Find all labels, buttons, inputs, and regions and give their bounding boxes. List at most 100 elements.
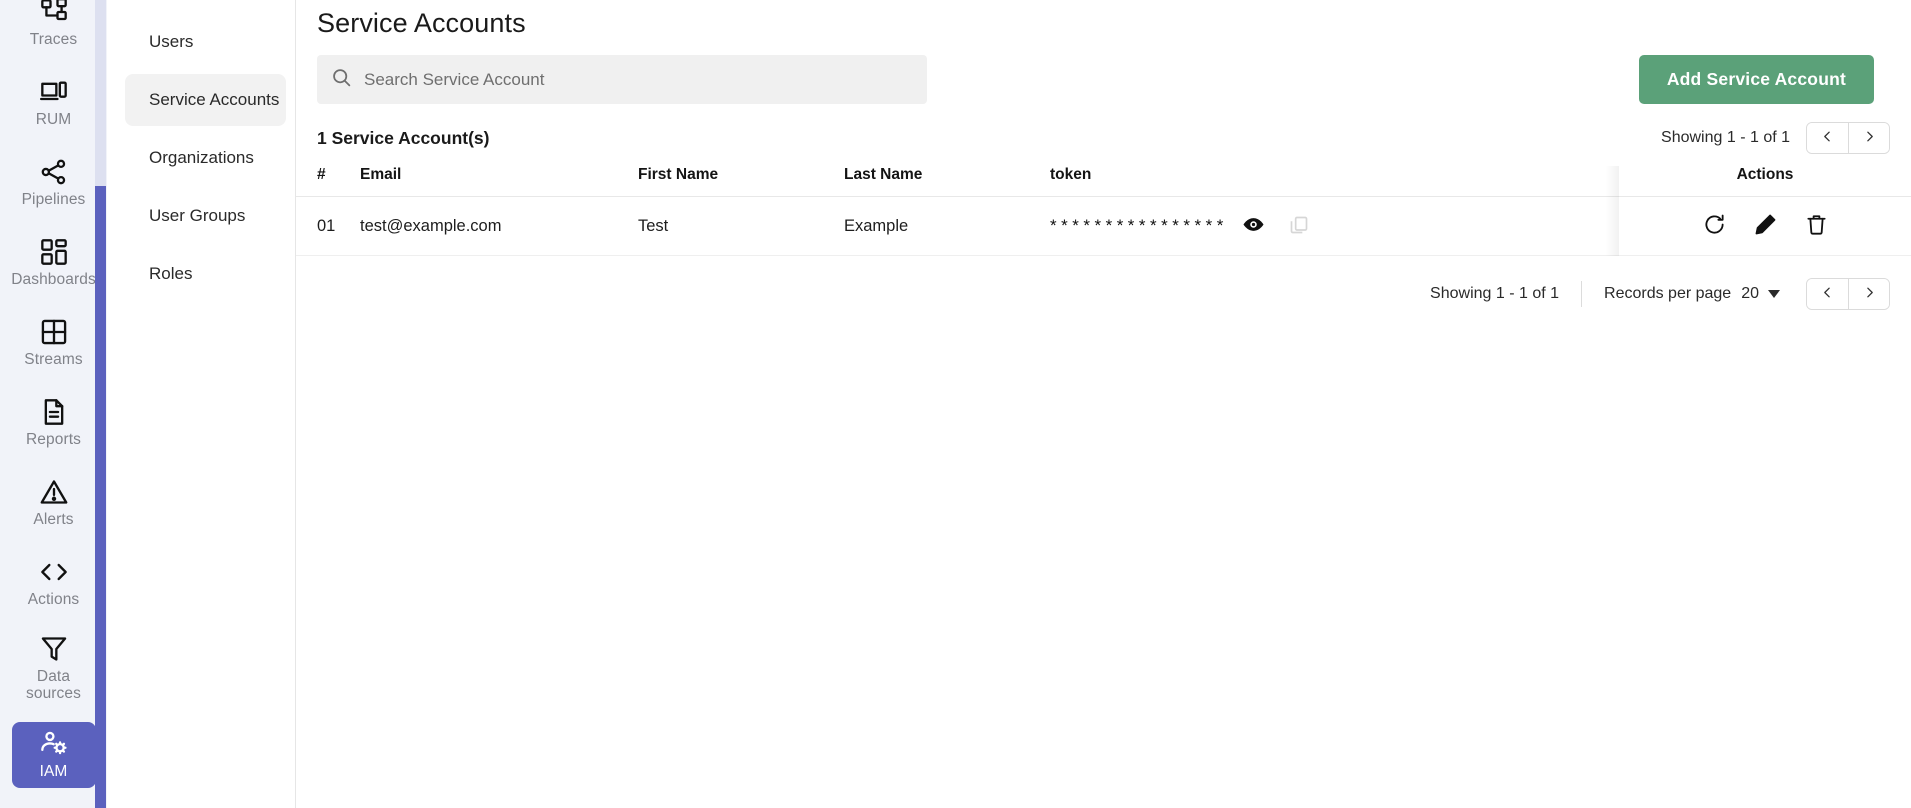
page-title: Service Accounts [317,8,526,38]
sidebar-item-reports[interactable]: Reports [12,390,96,456]
cell-lastname: Example [844,196,1050,256]
cell-firstname: Test [638,196,844,256]
sidebar-item-label: Dashboards [11,270,96,288]
top-pagination: Showing 1 - 1 of 1 [1661,122,1890,154]
copy-icon [1289,215,1309,238]
subnav-item-label: User Groups [149,206,246,225]
pagination-divider [1581,281,1583,307]
top-showing-text: Showing 1 - 1 of 1 [1661,129,1790,146]
main-content: Service Accounts Add Service Account 1 S… [296,0,1911,808]
iam-icon [40,730,68,758]
sidebar-item-label: Actions [27,590,80,608]
traces-icon [40,0,68,26]
subnav-item-organizations[interactable]: Organizations [125,132,286,184]
table-header-row: # Email First Name Last Name token Actio… [296,166,1911,197]
token-masked-value: **************** [1050,216,1228,235]
list-summary-bar: 1 Service Account(s) Showing 1 - 1 of 1 [296,104,1911,154]
column-header-firstname: First Name [638,166,844,197]
bottom-next-page-button[interactable] [1848,279,1889,309]
sidebar-item-streams[interactable]: Streams [12,310,96,376]
actions-icon [40,558,68,586]
eye-icon [1242,213,1265,239]
subnav-item-label: Users [149,32,194,51]
pencil-icon [1754,213,1777,239]
sidebar-item-label: IAM [39,762,68,780]
chevron-left-icon [1821,286,1834,302]
chevron-right-icon [1863,130,1876,146]
streams-icon [40,318,68,346]
search-box[interactable] [317,55,927,104]
toolbar: Add Service Account [296,39,1911,104]
sidebar-item-traces[interactable]: Traces [12,0,96,56]
search-icon [331,67,352,93]
bottom-prev-page-button[interactable] [1807,279,1848,309]
sidebar-item-label: Data sources [26,668,81,702]
column-header-actions: Actions [1619,166,1911,197]
reports-icon [40,398,68,426]
sidebar-item-label: Streams [24,350,83,368]
subnav-item-label: Roles [149,264,193,283]
sidebar-item-rum[interactable]: RUM [12,70,96,136]
delete-button[interactable] [1805,213,1828,239]
chevron-down-icon [1768,290,1780,298]
sidebar-item-alerts[interactable]: Alerts [12,470,96,536]
subnav-item-users[interactable]: Users [125,16,286,68]
records-per-page-select[interactable]: 20 [1741,285,1780,303]
subnav-item-label: Organizations [149,148,254,167]
cell-number: 01 [296,196,360,256]
top-next-page-button[interactable] [1848,123,1889,153]
cell-actions [1619,196,1911,256]
sidebar-item-dashboards[interactable]: Dashboards [11,230,96,296]
data-sources-icon [40,635,68,663]
cell-email: test@example.com [360,196,638,256]
edit-button[interactable] [1754,213,1777,239]
toggle-token-visibility-button[interactable] [1242,213,1265,239]
sidebar-scrollbar[interactable] [95,0,106,808]
top-pagination-buttons [1806,122,1890,154]
sidebar-item-data-sources[interactable]: Data sources [12,630,96,708]
column-header-token: token [1050,166,1619,197]
subnav-item-roles[interactable]: Roles [125,248,286,300]
service-account-count: 1 Service Account(s) [317,127,490,148]
dashboards-icon [40,238,68,266]
chevron-left-icon [1821,130,1834,146]
sidebar-scrollbar-thumb[interactable] [95,186,106,808]
chevron-right-icon [1863,286,1876,302]
sidebar-item-pipelines[interactable]: Pipelines [12,150,96,216]
sidebar-item-label: Alerts [33,510,74,528]
sidebar-item-label: Pipelines [21,190,86,208]
service-accounts-table-wrapper: # Email First Name Last Name token Actio… [296,166,1911,256]
column-header-number: # [296,166,360,197]
subnav-item-user-groups[interactable]: User Groups [125,190,286,242]
records-per-page-value: 20 [1741,285,1759,302]
top-prev-page-button[interactable] [1807,123,1848,153]
bottom-pagination: Showing 1 - 1 of 1 Records per page 20 [296,256,1911,310]
sidebar-item-label: RUM [35,110,72,128]
column-header-lastname: Last Name [844,166,1050,197]
refresh-icon [1703,213,1726,239]
trash-icon [1805,213,1828,239]
column-header-email: Email [360,166,638,197]
add-service-account-button[interactable]: Add Service Account [1638,55,1874,104]
copy-token-button[interactable] [1289,215,1309,238]
subnav-item-label: Service Accounts [149,90,280,109]
iam-secondary-sidebar: Users Service Accounts Organizations User G… [107,0,296,808]
sidebar-item-actions[interactable]: Actions [12,550,96,616]
refresh-token-button[interactable] [1703,213,1726,239]
service-accounts-table: # Email First Name Last Name token Actio… [296,166,1911,256]
sidebar-item-label: Reports [26,430,81,448]
table-body: 01 test@example.com Test Example ***********… [296,196,1911,256]
table-row[interactable]: 01 test@example.com Test Example ***********… [296,196,1911,256]
table-header: # Email First Name Last Name token Actio… [296,166,1911,197]
pipelines-icon [40,158,68,186]
search-input[interactable] [364,69,913,90]
primary-sidebar: Traces RUM Pipelines Dashboards Streams Repor… [0,0,107,808]
alerts-icon [40,478,68,506]
sidebar-item-iam[interactable]: IAM [11,722,96,788]
bottom-pagination-buttons [1806,278,1890,310]
rum-icon [39,78,68,106]
application-root: Traces RUM Pipelines Dashboards Streams Repor… [0,0,1911,808]
subnav-item-service-accounts[interactable]: Service Accounts [125,74,286,126]
records-per-page-label: Records per page [1604,285,1732,302]
cell-token: **************** [1050,196,1619,256]
